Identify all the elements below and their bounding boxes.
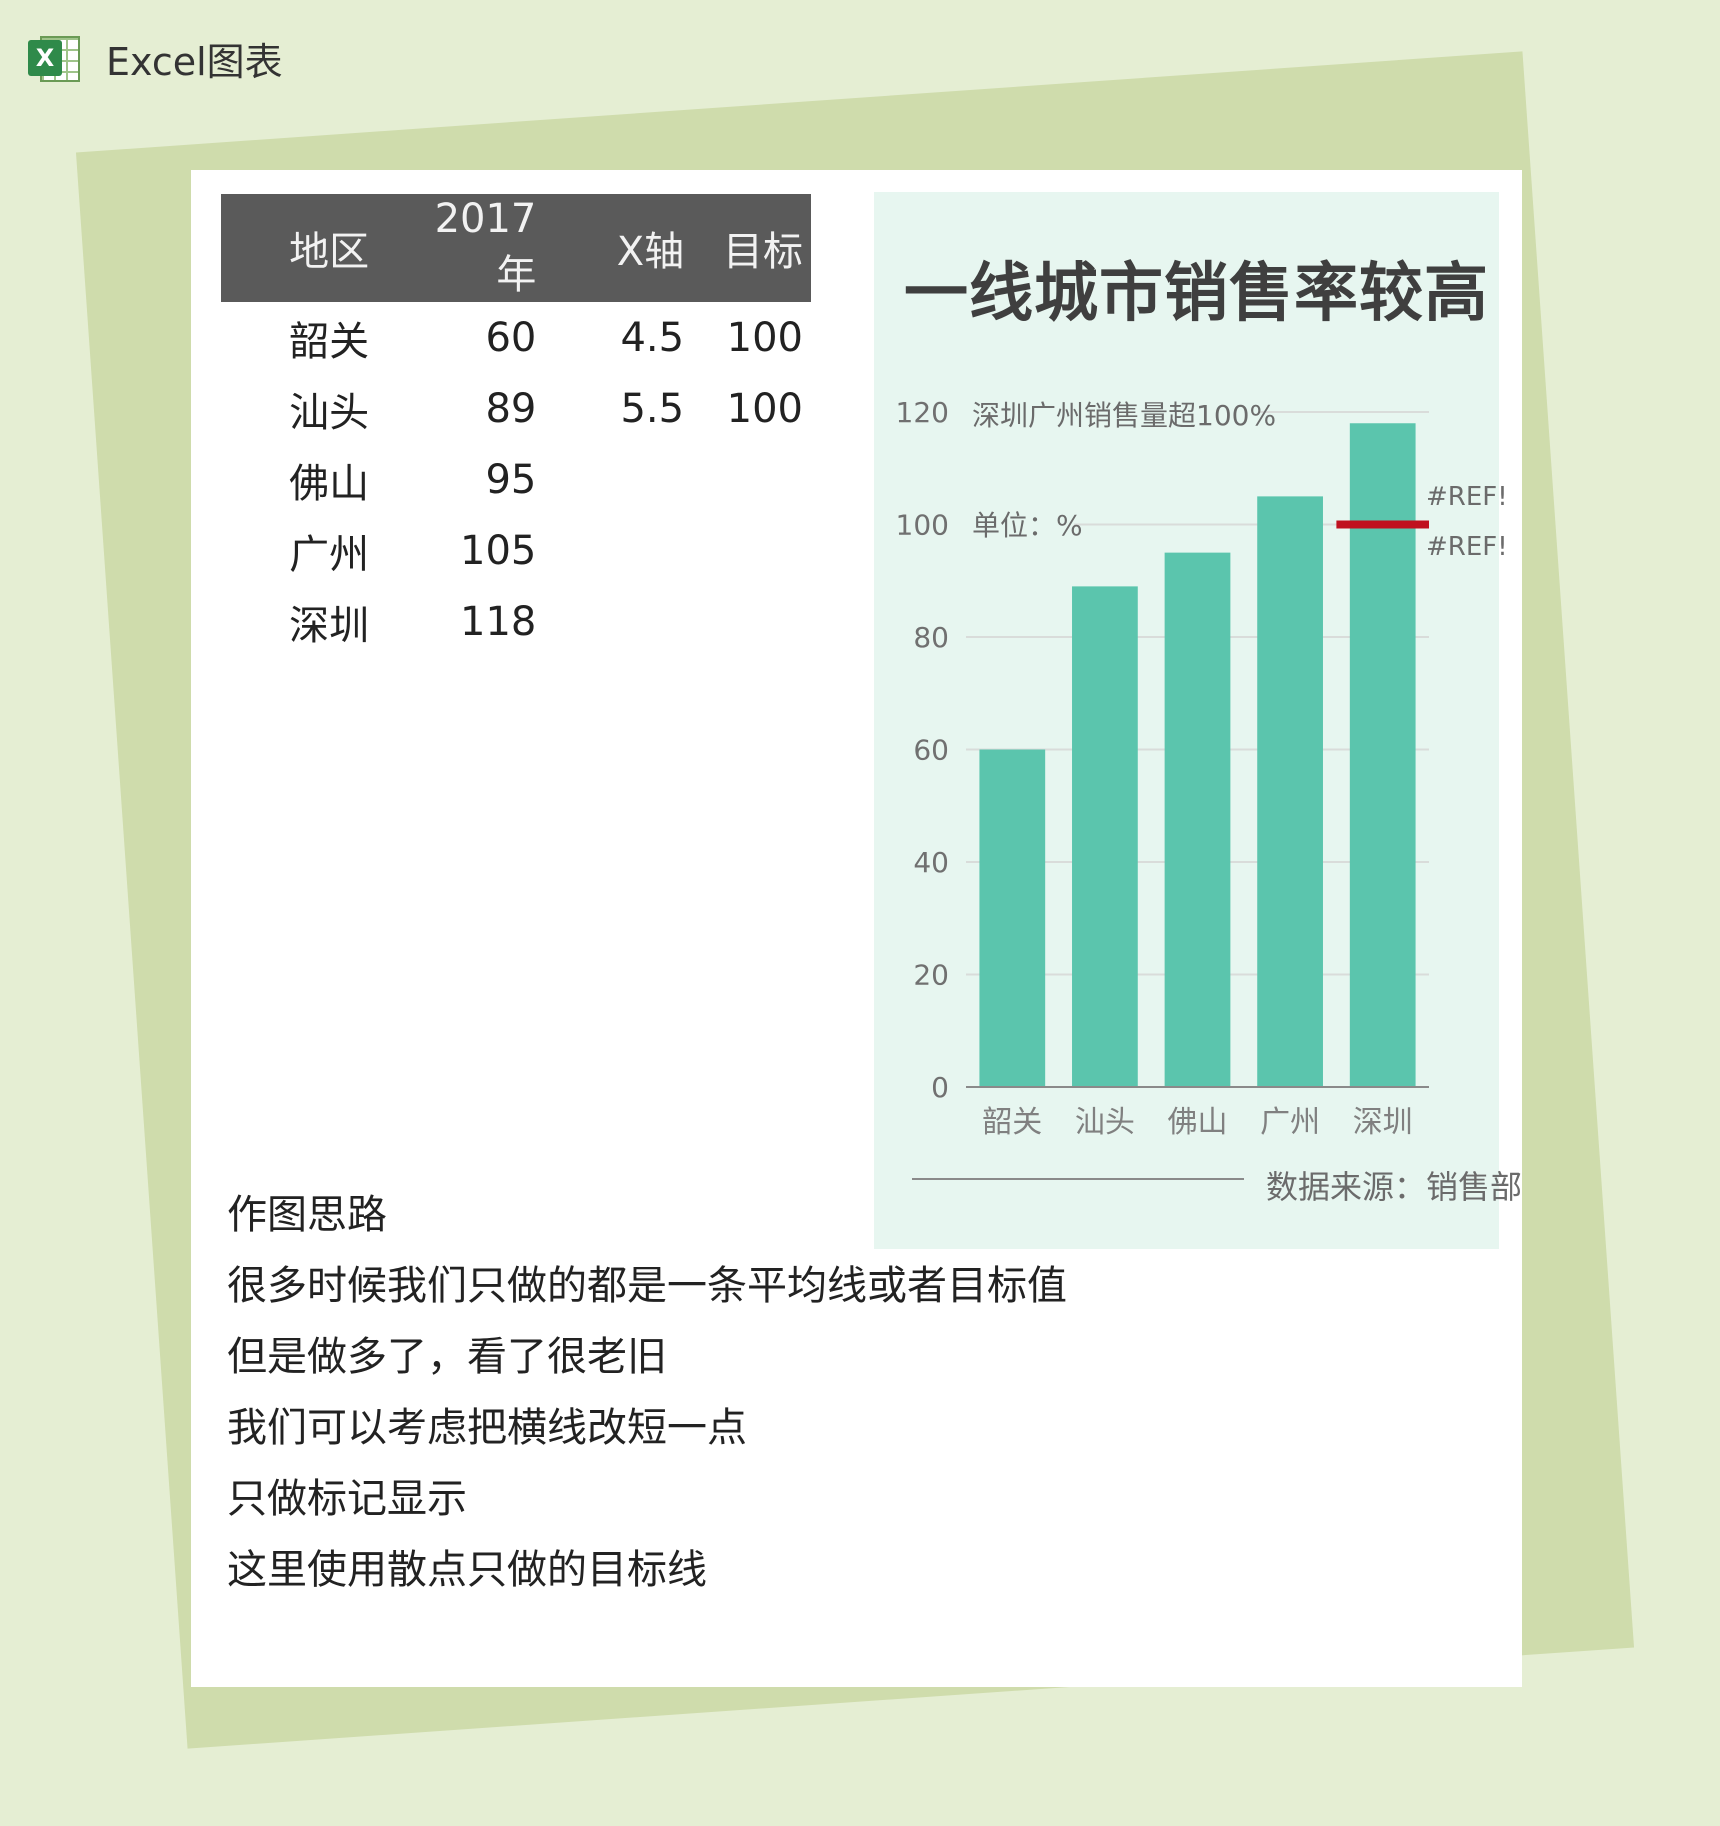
y-tick-label: 60 [913,734,949,767]
cell-x-axis: 5.5 [620,385,685,432]
cell-region: 韶关 [289,318,370,365]
cell-target: 100 [726,385,803,432]
header-region: 地区 [289,194,408,302]
chart-panel: 一线城市销售率较高 0 20 40 60 80 100 120 韶关 汕头 佛山 广州 深圳 深圳广州… [874,192,1522,1249]
table-row: 韶关 60 4.5 100 [221,302,811,373]
header-2017: 2017年 [407,194,537,302]
app-title: Excel图表 [106,39,283,84]
notes-line: 但是做多了，看了很老旧 [227,1334,667,1380]
cell-target: 100 [726,314,803,361]
table-row: 深圳 118 [221,586,811,657]
cell-region: 汕头 [289,389,370,436]
chart-annotation-unit: 单位：% [972,509,1083,542]
bar-广州 [1257,496,1323,1087]
ref-label: #REF! [1426,482,1508,512]
bar-chart: 0 20 40 60 80 100 120 韶关 汕头 佛山 广州 深圳 [896,396,1429,1180]
cell-value: 95 [485,456,537,503]
cell-value: 89 [485,385,537,432]
notes-line: 只做标记显示 [227,1476,467,1522]
y-tick-label: 80 [913,621,949,654]
cell-region: 佛山 [289,460,370,507]
x-tick-label: 韶关 [982,1105,1042,1140]
cell-region: 深圳 [289,602,370,649]
cell-region: 广州 [289,531,370,578]
excel-logo-icon: X [28,30,84,86]
x-tick-label: 佛山 [1168,1105,1228,1140]
y-tick-label: 100 [896,509,949,542]
notes-line: 很多时候我们只做的都是一条平均线或者目标值 [227,1263,1067,1309]
y-tick-label: 0 [931,1071,949,1104]
cell-value: 60 [485,314,537,361]
cell-x-axis: 4.5 [620,314,685,361]
x-tick-label: 深圳 [1353,1105,1413,1140]
y-tick-label: 120 [896,396,949,429]
bar-韶关 [979,749,1046,1087]
bar-汕头 [1072,586,1138,1087]
cell-x-axis [536,586,684,657]
chart-annotation-headline: 深圳广州销售量超100% [972,399,1277,432]
cell-target [684,586,811,657]
ref-label: #REF! [1426,532,1508,562]
cell-value: 118 [460,598,537,645]
x-tick-label: 汕头 [1075,1105,1135,1140]
table-row: 佛山 95 [221,444,811,515]
x-tick-label: 广州 [1260,1105,1320,1140]
data-table: 地区 2017年 X轴 目标 韶关 60 4.5 100 汕头 89 5.5 1… [221,194,811,657]
y-tick-label: 40 [913,846,949,879]
cell-target [684,515,811,586]
app-header: X Excel图表 [28,28,283,88]
table-header-row: 地区 2017年 X轴 目标 [221,194,811,302]
bar-佛山 [1164,552,1231,1087]
notes-line: 这里使用散点只做的目标线 [227,1547,707,1593]
notes-line: 我们可以考虑把横线改短一点 [227,1405,747,1451]
header-target: 目标 [684,194,811,302]
cell-value: 105 [460,527,537,574]
chart-source: 数据来源：销售部 [1266,1168,1523,1206]
cell-target [684,444,811,515]
cell-x-axis [536,515,684,586]
table-row: 汕头 89 5.5 100 [221,373,811,444]
header-x-axis: X轴 [536,194,685,302]
cell-x-axis [536,444,684,515]
table-row: 广州 105 [221,515,811,586]
y-tick-label: 20 [913,959,949,992]
